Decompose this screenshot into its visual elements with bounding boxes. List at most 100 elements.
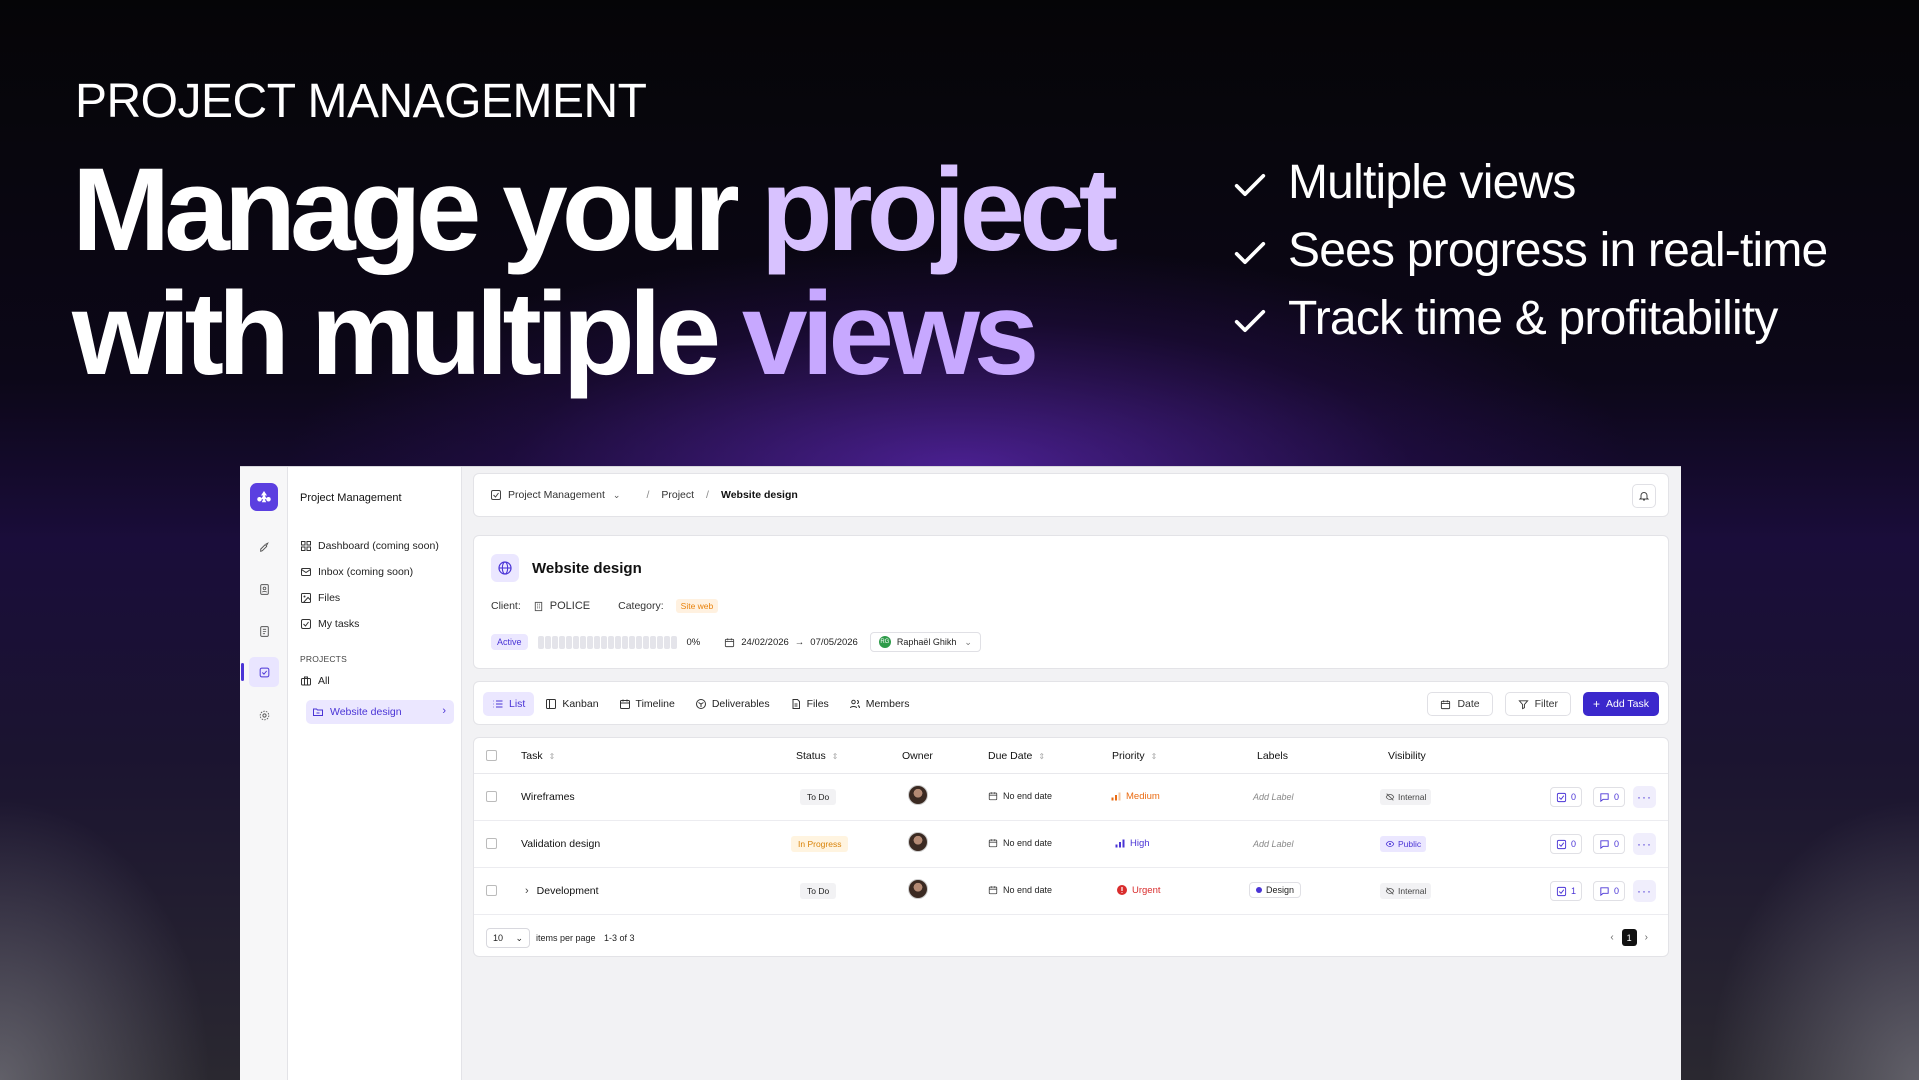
visibility-badge[interactable]: Internal: [1380, 883, 1432, 899]
more-options-button[interactable]: ···: [1633, 786, 1656, 808]
sidebar-item-website-design[interactable]: Website design ›: [306, 700, 454, 724]
comments-count[interactable]: 0: [1592, 881, 1625, 901]
feature-list: Multiple views Sees progress in real-tim…: [1230, 148, 1828, 352]
sidebar-item-all-projects[interactable]: All: [300, 675, 330, 687]
settings-icon[interactable]: [254, 705, 274, 725]
col-due[interactable]: Due Date ⇕: [988, 750, 1045, 762]
subtasks-count[interactable]: 1: [1549, 881, 1582, 901]
table-row[interactable]: Wireframes To Do No end date Medium Add …: [474, 774, 1668, 821]
tasks-icon[interactable]: [241, 657, 279, 687]
contact-icon[interactable]: [254, 579, 274, 599]
document-icon[interactable]: [254, 621, 274, 641]
comments-count-value: 0: [1613, 839, 1619, 849]
owner-select[interactable]: RG Raphaël Ghikh ⌄: [869, 632, 981, 652]
status-badge[interactable]: To Do: [800, 883, 837, 899]
due-date[interactable]: No end date: [988, 838, 1052, 848]
page-button[interactable]: 1: [1621, 929, 1637, 946]
visibility-badge[interactable]: Public: [1380, 836, 1427, 852]
visibility-badge[interactable]: Internal: [1380, 789, 1432, 805]
subtasks-count[interactable]: 0: [1549, 834, 1582, 854]
col-priority[interactable]: Priority ⇕: [1112, 750, 1157, 762]
row-checkbox[interactable]: [486, 791, 497, 802]
feature-item: Sees progress in real-time: [1230, 216, 1828, 284]
app-logo-icon[interactable]: [250, 483, 278, 511]
select-all-checkbox[interactable]: [486, 750, 497, 761]
sidebar-item-inbox[interactable]: Inbox (coming soon): [300, 559, 439, 585]
hero-title-word: your: [502, 144, 740, 276]
next-page-button[interactable]: ›: [1645, 932, 1648, 943]
avatar: RG: [878, 636, 891, 648]
task-name-cell[interactable]: › Development: [521, 885, 599, 897]
app-window: Project Management Dashboard (coming soo…: [240, 466, 1681, 1080]
tab-timeline[interactable]: Timeline: [610, 692, 684, 716]
status-badge[interactable]: To Do: [800, 789, 837, 805]
tab-label: Deliverables: [711, 698, 770, 710]
due-date-label: No end date: [1003, 885, 1053, 895]
progress-segment: [579, 635, 586, 649]
tab-label: Members: [865, 698, 910, 710]
add-task-button[interactable]: + Add Task: [1582, 692, 1659, 716]
notifications-button[interactable]: [1632, 484, 1656, 508]
chevron-right-icon[interactable]: ›: [525, 885, 529, 897]
more-options-button[interactable]: ···: [1633, 833, 1656, 855]
status-badge[interactable]: In Progress: [791, 836, 849, 852]
table-row[interactable]: Validation design In Progress No end dat…: [474, 821, 1668, 868]
prev-page-button[interactable]: ‹: [1610, 932, 1613, 943]
add-label[interactable]: Add Label: [1253, 839, 1294, 849]
row-checkbox[interactable]: [486, 838, 497, 849]
label-chip[interactable]: Design: [1249, 882, 1302, 898]
signal-high-icon: [1115, 839, 1125, 848]
per-page-select[interactable]: 10 ⌄: [486, 928, 530, 948]
col-task[interactable]: Task ⇕: [521, 750, 555, 762]
end-date: 07/05/2026: [810, 636, 858, 648]
tab-kanban[interactable]: Kanban: [536, 692, 607, 716]
col-status[interactable]: Status ⇕: [796, 750, 838, 762]
tab-members[interactable]: Members: [840, 692, 919, 716]
client-value[interactable]: POLICE: [533, 600, 590, 612]
sidebar-item-files[interactable]: Files: [300, 585, 439, 611]
due-date[interactable]: No end date: [988, 885, 1052, 895]
tab-list[interactable]: List: [483, 692, 535, 716]
row-checkbox[interactable]: [486, 885, 497, 896]
comments-count-value: 0: [1613, 792, 1619, 802]
check-icon: [1230, 230, 1270, 270]
avatar[interactable]: [908, 785, 928, 805]
sidebar-item-dashboard[interactable]: Dashboard (coming soon): [300, 533, 439, 559]
client-name: POLICE: [549, 600, 591, 612]
more-options-button[interactable]: ···: [1633, 880, 1656, 902]
progress-segment: [614, 635, 621, 649]
table-row[interactable]: › Development To Do No end date Urgent De…: [474, 868, 1668, 915]
date-button[interactable]: Date: [1427, 692, 1493, 716]
sidebar-item-my-tasks[interactable]: My tasks: [300, 611, 439, 637]
avatar[interactable]: [908, 832, 928, 852]
calendar-icon: [725, 637, 735, 647]
breadcrumb-root[interactable]: Project Management ⌄: [490, 489, 620, 501]
category-tag[interactable]: Site web: [675, 599, 719, 613]
project-meta: Client: POLICE Category: Site web: [491, 599, 719, 613]
image-icon: [301, 593, 311, 603]
task-name[interactable]: Validation design: [521, 838, 600, 850]
comments-count[interactable]: 0: [1592, 787, 1625, 807]
main-content: Project Management ⌄ / Project / Website…: [473, 467, 1669, 1080]
breadcrumb-project[interactable]: Project: [661, 489, 694, 501]
chevron-down-icon: ⌄: [515, 932, 523, 943]
status-badge[interactable]: Active: [491, 634, 528, 650]
rocket-icon[interactable]: [254, 537, 274, 557]
filter-button[interactable]: Filter: [1504, 692, 1571, 716]
task-name[interactable]: Wireframes: [521, 791, 575, 803]
tab-files[interactable]: Files: [781, 692, 838, 716]
priority[interactable]: Medium: [1110, 790, 1160, 802]
progress-segment: [565, 635, 572, 649]
priority[interactable]: High: [1114, 837, 1150, 849]
comments-count[interactable]: 0: [1592, 834, 1625, 854]
avatar[interactable]: [908, 879, 928, 899]
tab-deliverables[interactable]: Deliverables: [686, 692, 779, 716]
add-label[interactable]: Add Label: [1253, 792, 1294, 802]
calendar-icon: [988, 839, 998, 848]
sidebar-item-label: Files: [318, 592, 341, 604]
subtasks-count[interactable]: 0: [1549, 787, 1582, 807]
date-range[interactable]: 24/02/2026 → 07/05/2026: [724, 637, 858, 648]
topbar: Project Management ⌄ / Project / Website…: [473, 473, 1669, 517]
priority[interactable]: Urgent: [1116, 884, 1161, 896]
due-date[interactable]: No end date: [988, 791, 1052, 801]
